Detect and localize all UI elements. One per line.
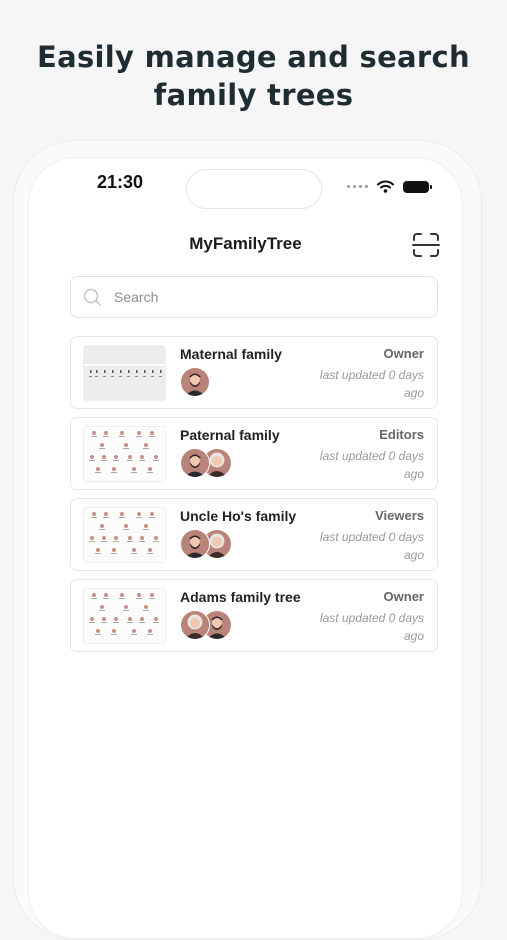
tree-updated: last updated 0 days ago xyxy=(319,611,424,643)
tree-card[interactable]: Uncle Ho's family Viewers last updated 0 d… xyxy=(70,498,438,571)
headline-line-2: family trees xyxy=(153,78,354,112)
man-avatar-icon xyxy=(181,449,209,477)
tree-role: Viewers xyxy=(375,508,424,523)
tree-thumbnail xyxy=(83,345,166,401)
search-icon xyxy=(83,288,101,306)
tree-updated: last updated 0 days ago xyxy=(319,368,424,400)
tree-name: Uncle Ho's family xyxy=(180,508,297,524)
status-time: 21:30 xyxy=(97,172,144,192)
app-title: MyFamilyTree xyxy=(189,234,302,253)
status-icons xyxy=(347,180,432,193)
man-avatar-icon xyxy=(181,530,209,558)
tree-preview-icon xyxy=(89,512,159,554)
tree-card[interactable]: Adams family tree Owner last updated 0 day… xyxy=(70,579,438,652)
tree-thumbnail xyxy=(83,588,166,644)
tree-thumbnail xyxy=(83,426,166,482)
tree-preview-icon xyxy=(84,364,165,377)
avatar xyxy=(180,448,210,478)
phone-screen: 21:30 MyFamilyTree Search Maternal famil… xyxy=(29,158,462,938)
tree-name: Paternal family xyxy=(180,427,280,443)
tree-card[interactable]: Maternal family Owner last updated 0 days … xyxy=(70,336,438,409)
scan-icon xyxy=(412,233,440,257)
tree-updated: last updated 0 days ago xyxy=(319,449,424,481)
tree-updated: last updated 0 days ago xyxy=(319,530,424,562)
tree-preview-icon xyxy=(89,431,159,473)
search-input[interactable]: Search xyxy=(70,276,438,318)
tree-name: Maternal family xyxy=(180,346,282,362)
avatar xyxy=(180,610,210,640)
woman-avatar-icon xyxy=(181,611,209,639)
wifi-icon xyxy=(377,180,394,193)
headline-line-1: Easily manage and search xyxy=(37,40,470,74)
tree-thumbnail xyxy=(83,507,166,563)
battery-icon xyxy=(403,180,432,193)
avatar xyxy=(180,529,210,559)
search-placeholder: Search xyxy=(114,289,159,305)
tree-role: Owner xyxy=(383,589,424,604)
dynamic-island xyxy=(186,169,322,209)
tree-card[interactable]: Paternal family Editors last updated 0 day… xyxy=(70,417,438,490)
signal-icon xyxy=(347,185,368,188)
headline: Easily manage and search family trees xyxy=(0,38,507,114)
scan-button[interactable] xyxy=(412,232,440,258)
tree-name: Adams family tree xyxy=(180,589,301,605)
tree-preview-icon xyxy=(89,593,159,635)
tree-role: Editors xyxy=(379,427,424,442)
avatar xyxy=(180,367,210,397)
man-avatar-icon xyxy=(181,368,209,396)
tree-role: Owner xyxy=(383,346,424,361)
